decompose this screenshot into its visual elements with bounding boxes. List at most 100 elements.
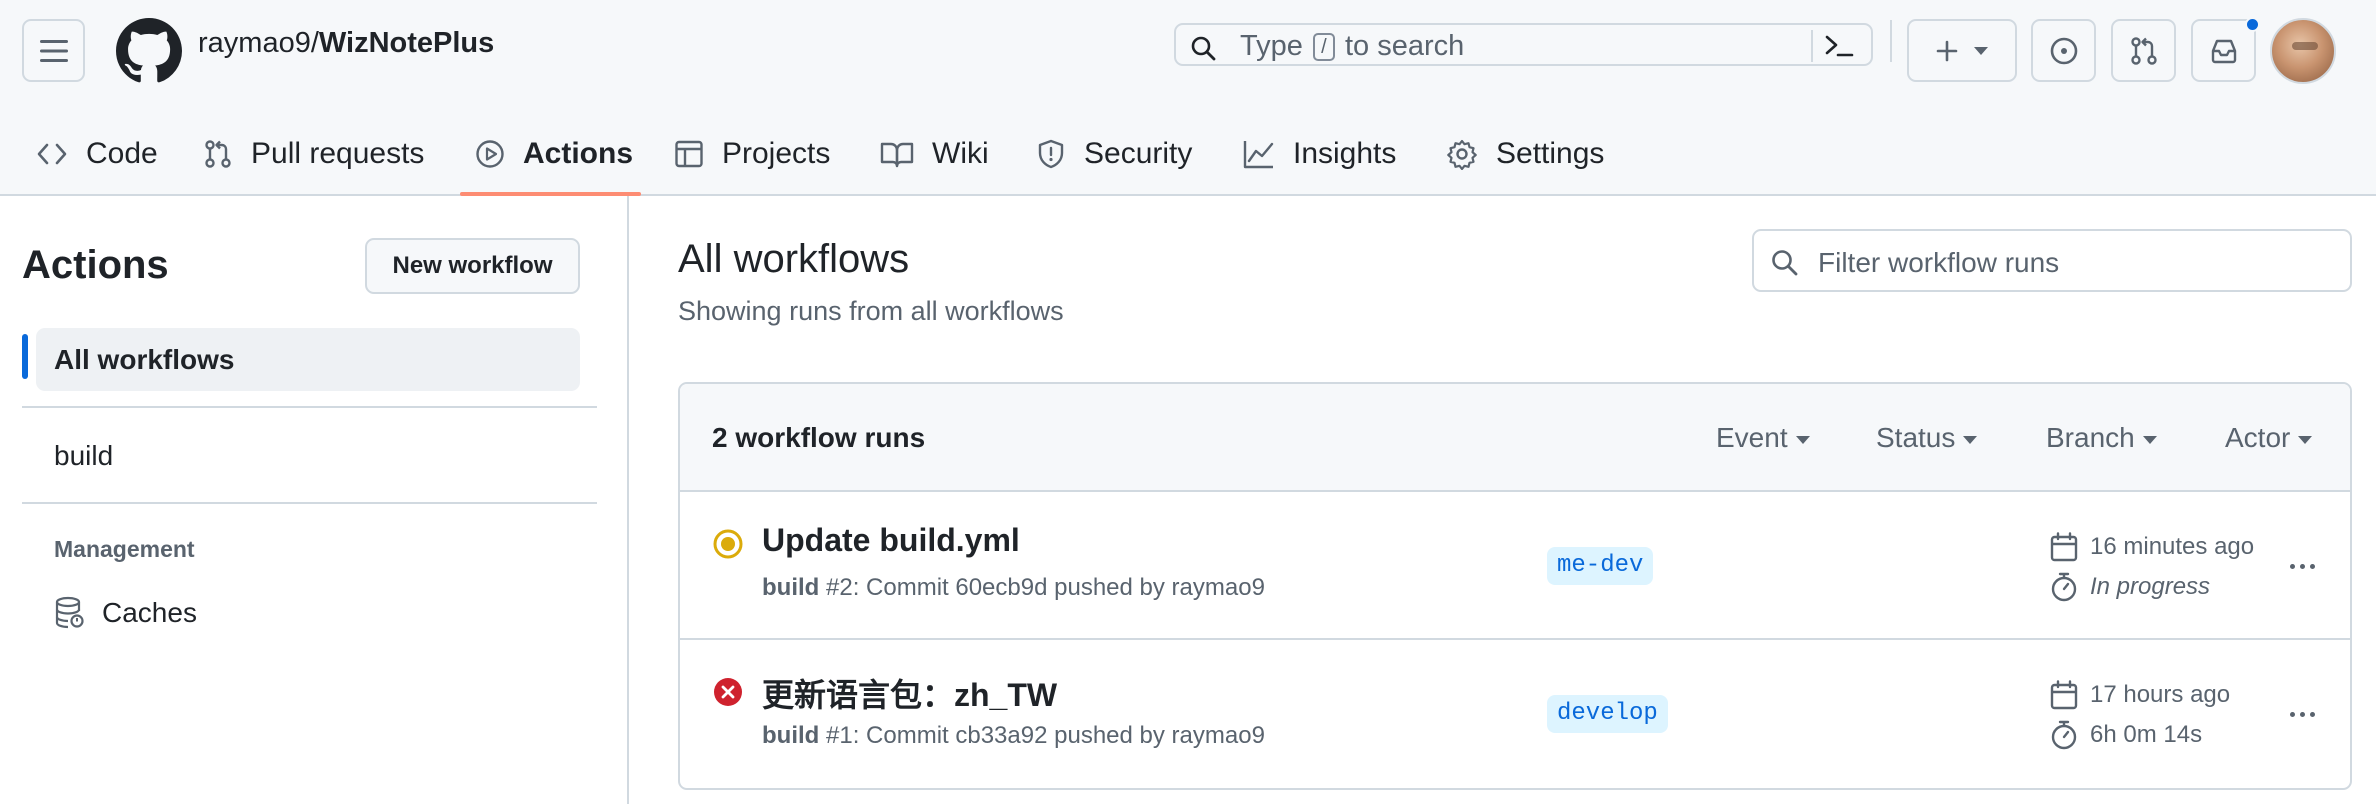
- tab-actions-label: Actions: [523, 137, 634, 170]
- workflow-run-row[interactable]: 更新语言包：zh_TW build #1: Commit cb33a92 pus…: [680, 640, 2350, 788]
- run-duration-text: 6h 0m 14s: [2090, 721, 2203, 748]
- triangle-down-icon: [1974, 46, 1988, 55]
- triangle-down-icon: [2142, 435, 2157, 444]
- calendar-icon: [2050, 680, 2078, 710]
- tab-code-label: Code: [86, 137, 158, 170]
- page-subtitle: Showing runs from all workflows: [678, 296, 1064, 326]
- actions-sidebar: Actions New workflow All workflows build…: [0, 196, 629, 804]
- kebab-dot: [2299, 563, 2305, 569]
- tab-wiki[interactable]: Wiki: [880, 112, 989, 196]
- inbox-icon: [2211, 39, 2236, 63]
- tab-actions[interactable]: Actions: [475, 112, 633, 196]
- issues-button[interactable]: [2031, 19, 2096, 82]
- search-divider: [1811, 30, 1813, 62]
- gear-icon: [1447, 139, 1477, 170]
- tab-code[interactable]: Code: [36, 112, 158, 196]
- notifications-button[interactable]: [2191, 17, 2260, 82]
- tab-security-label: Security: [1084, 137, 1193, 170]
- search-icon: [1772, 250, 1798, 276]
- branch-filter-label: Branch: [2046, 422, 2135, 453]
- run-actions-menu[interactable]: [2280, 550, 2324, 582]
- tab-insights[interactable]: Insights: [1243, 112, 1396, 196]
- run-title-link[interactable]: Update build.yml: [762, 522, 1020, 559]
- sidebar-item-build[interactable]: build: [36, 424, 580, 487]
- status-failure-icon: [714, 678, 742, 706]
- run-commit-info: #1: Commit cb33a92 pushed by raymao9: [826, 722, 1265, 749]
- sidebar-item-all-workflows[interactable]: All workflows: [36, 328, 580, 391]
- run-time-ago: 16 minutes ago: [2090, 533, 2255, 560]
- search-placeholder-prefix: Type: [1240, 30, 1303, 62]
- run-title-link[interactable]: 更新语言包：zh_TW: [762, 670, 1057, 716]
- repo-breadcrumb: raymao9/WizNotePlus: [198, 25, 494, 61]
- run-workflow-name: build: [762, 574, 820, 601]
- sidebar-divider: [22, 502, 597, 504]
- run-workflow-name: build: [762, 722, 820, 749]
- new-workflow-button[interactable]: New workflow: [365, 238, 580, 294]
- search-placeholder-suffix: to search: [1345, 30, 1465, 62]
- run-duration-text: In progress: [2090, 573, 2211, 600]
- run-actions-menu[interactable]: [2280, 698, 2324, 730]
- kebab-dot: [2309, 563, 2315, 569]
- menu-button[interactable]: [22, 19, 85, 82]
- kebab-dot: [2289, 711, 2295, 717]
- branch-label[interactable]: develop: [1547, 695, 1668, 733]
- event-filter-dropdown[interactable]: Event: [1716, 422, 1810, 454]
- kebab-dot: [2299, 711, 2305, 717]
- command-palette-icon[interactable]: [1824, 33, 1854, 59]
- header-divider: [1890, 20, 1892, 62]
- pull-requests-button[interactable]: [2111, 19, 2176, 82]
- book-icon: [880, 142, 914, 168]
- status-filter-dropdown[interactable]: Status: [1876, 422, 1978, 454]
- actor-filter-dropdown[interactable]: Actor: [2225, 422, 2313, 454]
- status-filter-label: Status: [1876, 422, 1956, 453]
- run-time-ago: 17 hours ago: [2090, 681, 2231, 708]
- runs-list-header: 2 workflow runs Event Status Branch Acto…: [680, 384, 2350, 492]
- triangle-down-icon: [2298, 435, 2313, 444]
- stopwatch-icon: [2051, 720, 2077, 750]
- create-new-button[interactable]: [1907, 19, 2017, 82]
- repo-owner-link[interactable]: raymao9: [198, 27, 311, 59]
- tab-settings-label: Settings: [1496, 137, 1605, 170]
- tab-pull-requests-label: Pull requests: [251, 137, 425, 170]
- code-icon: [37, 143, 67, 165]
- graph-icon: [1243, 141, 1274, 169]
- actor-filter-label: Actor: [2225, 422, 2291, 453]
- sidebar-item-caches-label: Caches: [102, 597, 197, 628]
- branch-filter-dropdown[interactable]: Branch: [2046, 422, 2157, 454]
- filter-workflow-runs-input[interactable]: Filter workflow runs: [1752, 229, 2352, 292]
- tab-projects[interactable]: Projects: [674, 112, 830, 196]
- tab-pull-requests[interactable]: Pull requests: [203, 112, 424, 196]
- run-duration: 6h 0m 14s: [2050, 720, 2202, 750]
- stopwatch-icon: [2051, 572, 2077, 602]
- search-icon: [1191, 36, 1216, 61]
- run-duration: In progress: [2050, 572, 2210, 602]
- runs-count: 2 workflow runs: [712, 422, 926, 453]
- unread-notification-dot: [2245, 17, 2260, 32]
- kebab-dot: [2309, 711, 2315, 717]
- plus-icon: [1936, 40, 1958, 61]
- sidebar-title: Actions: [22, 243, 169, 287]
- github-logo-icon[interactable]: [116, 18, 182, 84]
- sidebar-item-caches[interactable]: Caches: [54, 588, 197, 638]
- sidebar-divider: [22, 406, 597, 408]
- branch-label[interactable]: me-dev: [1547, 547, 1654, 585]
- play-icon: [476, 140, 504, 168]
- table-icon: [675, 140, 703, 168]
- workflow-run-row[interactable]: Update build.yml build #2: Commit 60ecb9…: [680, 492, 2350, 640]
- status-in-progress-icon: [713, 529, 743, 559]
- triangle-down-icon: [1795, 435, 1810, 444]
- git-pull-request-icon: [205, 140, 231, 168]
- global-search-input[interactable]: Type / to search: [1174, 23, 1873, 66]
- tab-wiki-label: Wiki: [932, 137, 989, 170]
- tab-settings[interactable]: Settings: [1446, 112, 1604, 196]
- event-filter-label: Event: [1716, 422, 1788, 453]
- run-meta: build #1: Commit cb33a92 pushed by rayma…: [762, 722, 1265, 750]
- kebab-dot: [2289, 563, 2295, 569]
- hamburger-icon: [39, 39, 68, 62]
- user-avatar[interactable]: [2270, 18, 2336, 84]
- shield-icon: [1038, 139, 1064, 169]
- search-placeholder: Type / to search: [1240, 30, 1464, 62]
- tab-security[interactable]: Security: [1036, 112, 1192, 196]
- run-timestamp: 17 hours ago: [2050, 680, 2230, 710]
- repo-name-link[interactable]: WizNotePlus: [319, 27, 494, 59]
